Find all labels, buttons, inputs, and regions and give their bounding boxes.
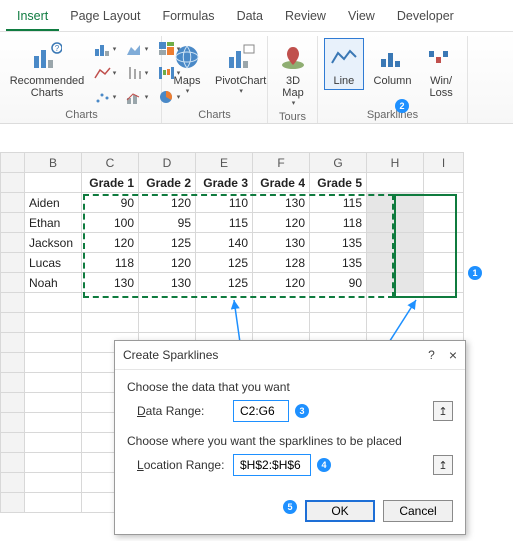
cell[interactable]: Lucas (25, 253, 82, 273)
callout-5: 5 (283, 500, 297, 514)
col-B[interactable]: B (25, 153, 82, 173)
sparkline-winloss-button[interactable]: Win/ Loss (421, 38, 461, 102)
corner[interactable] (1, 153, 25, 173)
cell[interactable]: Aiden (25, 193, 82, 213)
callout-4: 4 (317, 458, 331, 472)
cell-H2[interactable] (367, 193, 424, 213)
tab-formulas[interactable]: Formulas (151, 4, 225, 31)
row-2[interactable]: Aiden90120110130115 (1, 193, 464, 213)
group-sparklines-label: Sparklines (324, 108, 461, 121)
tab-review[interactable]: Review (274, 4, 337, 31)
maps-icon (171, 41, 203, 73)
chart-combo-icon[interactable]: ▾ (124, 86, 150, 108)
maps-button[interactable]: Maps ▾ (168, 38, 206, 98)
col-G[interactable]: G (310, 153, 367, 173)
cell[interactable]: Grade 2 (139, 173, 196, 193)
row-1[interactable]: Grade 1 Grade 2 Grade 3 Grade 4 Grade 5 (1, 173, 464, 193)
help-icon[interactable]: ? (428, 348, 435, 362)
sparkline-column-button[interactable]: Column (370, 38, 415, 90)
cell[interactable]: Jackson (25, 233, 82, 253)
col-D[interactable]: D (139, 153, 196, 173)
tab-page-layout[interactable]: Page Layout (59, 4, 151, 31)
3dmap-icon (277, 41, 309, 73)
data-range-picker[interactable]: ↥ (433, 401, 453, 421)
svg-text:?: ? (55, 44, 60, 53)
ribbon: ? Recommended Charts ▾ ▾ ▾ ▾ ▾ ▾ ▾ ▾ ▾ C… (0, 32, 513, 124)
cell[interactable]: Grade 5 (310, 173, 367, 193)
callout-1: 1 (468, 266, 482, 280)
cell[interactable]: Ethan (25, 213, 82, 233)
group-tours-label: Tours (274, 110, 311, 123)
tab-insert[interactable]: Insert (6, 4, 59, 31)
cell[interactable]: Grade 1 (82, 173, 139, 193)
chart-bar-icon[interactable]: ▾ (92, 38, 118, 60)
chart-area-icon[interactable]: ▾ (124, 38, 150, 60)
col-H[interactable]: H (367, 153, 424, 173)
cancel-button[interactable]: Cancel (383, 500, 453, 522)
col-C[interactable]: C (82, 153, 139, 173)
close-icon[interactable]: × (449, 347, 457, 363)
chart-stock-icon[interactable]: ▾ (124, 62, 150, 84)
col-E[interactable]: E (196, 153, 253, 173)
group-charts-label: Charts (8, 108, 155, 121)
location-range-picker[interactable]: ↥ (433, 455, 453, 475)
recommended-charts-button[interactable]: ? Recommended Charts (8, 38, 86, 102)
col-F[interactable]: F (253, 153, 310, 173)
ok-button[interactable]: OK (305, 500, 375, 522)
data-range-label: Data Range: (137, 404, 227, 418)
tab-developer[interactable]: Developer (386, 4, 465, 31)
pivotchart-button[interactable]: PivotChart ▾ (212, 38, 269, 98)
location-range-label: Location Range: (137, 458, 227, 472)
data-range-input[interactable] (236, 401, 286, 421)
callout-3: 3 (295, 404, 309, 418)
sparkline-line-button[interactable]: Line (324, 38, 364, 90)
create-sparklines-dialog: Create Sparklines ? × Choose the data th… (114, 340, 466, 535)
tab-data[interactable]: Data (226, 4, 274, 31)
recommended-charts-label: Recommended Charts (10, 75, 85, 99)
group-charts-label2: Charts (168, 108, 261, 121)
tab-view[interactable]: View (337, 4, 386, 31)
col-I[interactable]: I (424, 153, 464, 173)
chart-scatter-icon[interactable]: ▾ (92, 86, 118, 108)
cell-H6[interactable] (367, 273, 424, 293)
pivotchart-icon (225, 41, 257, 73)
dialog-section1: Choose the data that you want (127, 380, 453, 394)
3dmap-button[interactable]: 3D Map ▾ (274, 38, 312, 110)
sparkline-line-icon (328, 41, 360, 73)
cell[interactable]: Grade 3 (196, 173, 253, 193)
row-5[interactable]: Lucas118120125128135 (1, 253, 464, 273)
location-range-input[interactable] (236, 455, 308, 475)
sparkline-winloss-icon (425, 41, 457, 73)
row-6[interactable]: Noah13013012512090 (1, 273, 464, 293)
callout-2: 2 (395, 99, 409, 113)
dialog-title: Create Sparklines (123, 348, 218, 362)
row-3[interactable]: Ethan10095115120118 (1, 213, 464, 233)
chart-line-icon[interactable]: ▾ (92, 62, 118, 84)
cell[interactable]: Grade 4 (253, 173, 310, 193)
dialog-section2: Choose where you want the sparklines to … (127, 434, 453, 448)
recommended-charts-icon: ? (31, 41, 63, 73)
ribbon-tabs: Insert Page Layout Formulas Data Review … (0, 0, 513, 32)
row-4[interactable]: Jackson120125140130135 (1, 233, 464, 253)
cell[interactable]: Noah (25, 273, 82, 293)
sparkline-column-icon (377, 41, 409, 73)
